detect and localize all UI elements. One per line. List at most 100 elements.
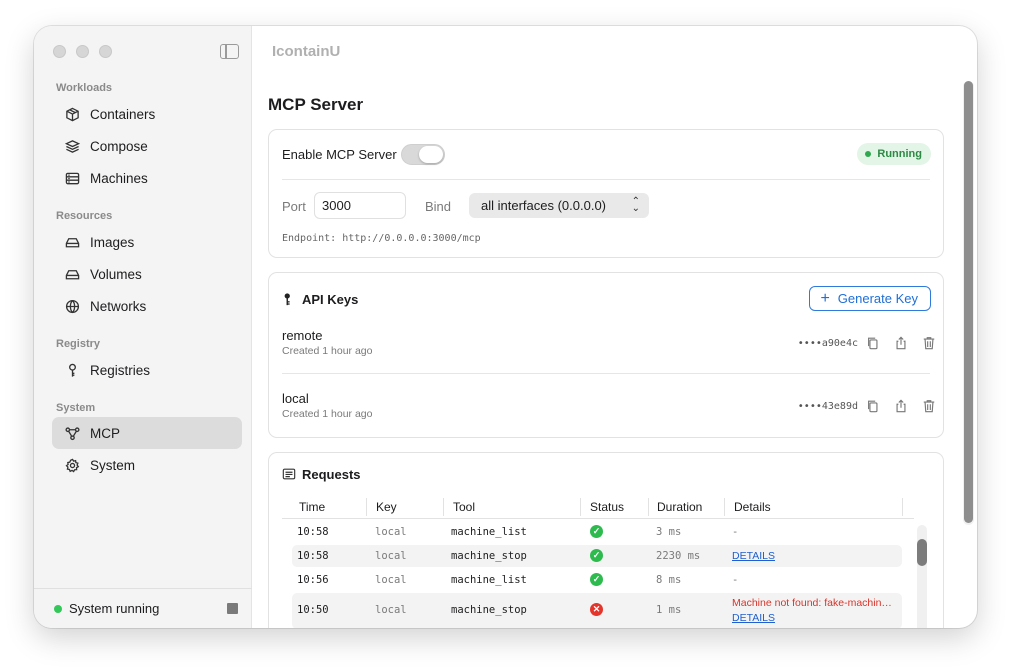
sidebar-item-machines[interactable]: Machines: [52, 162, 242, 194]
success-icon: ✓: [590, 549, 603, 562]
port-label: Port: [282, 199, 306, 214]
cell-duration: 1 ms: [656, 604, 682, 616]
app-title: IcontainU: [272, 43, 341, 60]
main-content: IcontainU MCP Server Enable MCP Server R…: [252, 26, 977, 628]
table-row[interactable]: 10:58 local machine_list ✓ 3 ms -: [292, 521, 902, 543]
column-divider: [648, 498, 649, 516]
running-dot: [865, 151, 872, 157]
nodes-icon: [64, 425, 80, 441]
sidebar-item-label: Networks: [90, 298, 147, 314]
server-settings-card: Enable MCP Server Running Port 3000 Bind…: [268, 129, 944, 258]
plus-icon: +: [820, 289, 830, 307]
divider: [282, 373, 930, 374]
main-scrollbar-thumb[interactable]: [964, 81, 973, 523]
page-title: MCP Server: [268, 95, 364, 114]
sidebar-item-networks[interactable]: Networks: [52, 290, 242, 322]
key-masked-value: ••••43e89d: [797, 401, 858, 412]
api-keys-header: API Keys: [282, 291, 358, 307]
cell-time: 10:56: [297, 574, 329, 586]
table-scrollbar-thumb[interactable]: [917, 539, 927, 566]
cell-key: local: [375, 550, 407, 562]
stop-icon[interactable]: [227, 603, 238, 614]
cell-tool: machine_list: [451, 526, 527, 538]
success-icon: ✓: [590, 573, 603, 586]
sidebar-item-label: MCP: [90, 425, 120, 441]
bind-label: Bind: [425, 199, 452, 214]
api-keys-card: API Keys + Generate Key remote Created 1…: [268, 272, 944, 438]
main-scrollbar[interactable]: [963, 81, 974, 525]
table-header: Time Key Tool Status Duration Details: [282, 497, 914, 519]
status-dot: [54, 604, 62, 613]
cell-time: 10:50: [297, 604, 329, 616]
cell-time: 10:58: [297, 550, 329, 562]
status-badge-label: Running: [877, 148, 922, 160]
column-header-time[interactable]: Time: [299, 500, 325, 514]
sidebar-item-containers[interactable]: Containers: [52, 98, 242, 130]
column-divider: [724, 498, 725, 516]
sidebar-item-images[interactable]: Images: [52, 226, 242, 258]
column-header-duration[interactable]: Duration: [657, 500, 702, 514]
table-row[interactable]: 10:50 local machine_stop ✕ 1 ms Machine …: [292, 593, 902, 628]
requests-header: Requests: [282, 466, 361, 482]
bind-select[interactable]: all interfaces (0.0.0.0) ⌃ ⌄: [469, 193, 649, 218]
gear-icon: [64, 457, 80, 473]
cell-key: local: [375, 526, 407, 538]
cell-duration: 3 ms: [656, 526, 682, 538]
sidebar-item-system[interactable]: System: [52, 449, 242, 481]
details-link[interactable]: DETAILS: [732, 612, 775, 624]
column-header-status[interactable]: Status: [590, 500, 624, 514]
table-scrollbar[interactable]: [917, 525, 927, 628]
trash-icon[interactable]: [921, 398, 937, 414]
sidebar: Workloads Containers Compose Machines Re…: [34, 26, 252, 628]
layers-icon: [64, 138, 80, 154]
sidebar-item-label: Registries: [90, 362, 151, 378]
table-row[interactable]: 10:58 local machine_stop ✓ 2230 ms DETAI…: [292, 545, 902, 567]
table-row[interactable]: 10:56 local machine_list ✓ 8 ms -: [292, 569, 902, 591]
server-icon: [64, 170, 80, 186]
system-status-text: System running: [69, 601, 160, 616]
list-icon: [282, 466, 296, 482]
generate-key-label: Generate Key: [837, 291, 918, 306]
sidebar-item-label: System: [90, 457, 136, 473]
error-icon: ✕: [590, 603, 603, 616]
copy-icon[interactable]: [865, 335, 881, 351]
cell-duration: 2230 ms: [656, 550, 701, 562]
globe-icon: [64, 298, 80, 314]
cell-details: -: [732, 526, 739, 538]
column-divider: [902, 498, 903, 516]
share-icon[interactable]: [893, 398, 909, 414]
zoom-window-button[interactable]: [99, 45, 112, 58]
copy-icon[interactable]: [865, 398, 881, 414]
sidebar-item-label: Machines: [90, 170, 148, 186]
key-masked-value: ••••a90e4c: [797, 338, 858, 349]
sidebar-item-registries[interactable]: Registries: [52, 354, 242, 386]
column-header-tool[interactable]: Tool: [453, 500, 475, 514]
port-input[interactable]: 3000: [314, 192, 406, 219]
sidebar-item-mcp[interactable]: MCP: [52, 417, 242, 449]
sidebar-toggle-icon[interactable]: [220, 44, 239, 59]
requests-card: Requests Time Key Tool Status Duration D…: [268, 452, 944, 628]
enable-mcp-toggle[interactable]: [401, 144, 445, 165]
enable-mcp-label: Enable MCP Server: [282, 147, 397, 162]
cell-key: local: [375, 604, 407, 616]
column-divider: [366, 498, 367, 516]
minimize-window-button[interactable]: [76, 45, 89, 58]
close-window-button[interactable]: [53, 45, 66, 58]
column-header-key[interactable]: Key: [376, 500, 397, 514]
column-divider: [443, 498, 444, 516]
drive-icon: [64, 234, 80, 250]
key-icon: [64, 362, 80, 378]
details-link[interactable]: DETAILS: [732, 550, 775, 562]
sidebar-item-volumes[interactable]: Volumes: [52, 258, 242, 290]
toggle-knob: [419, 146, 443, 163]
trash-icon[interactable]: [921, 335, 937, 351]
cell-key: local: [375, 574, 407, 586]
sidebar-item-label: Images: [90, 234, 135, 250]
cell-time: 10:58: [297, 526, 329, 538]
cell-tool: machine_stop: [451, 604, 527, 616]
share-icon[interactable]: [893, 335, 909, 351]
column-header-details[interactable]: Details: [734, 500, 771, 514]
sidebar-item-compose[interactable]: Compose: [52, 130, 242, 162]
generate-key-button[interactable]: + Generate Key: [809, 286, 931, 311]
chevron-updown-icon: ⌃ ⌄: [631, 196, 640, 214]
